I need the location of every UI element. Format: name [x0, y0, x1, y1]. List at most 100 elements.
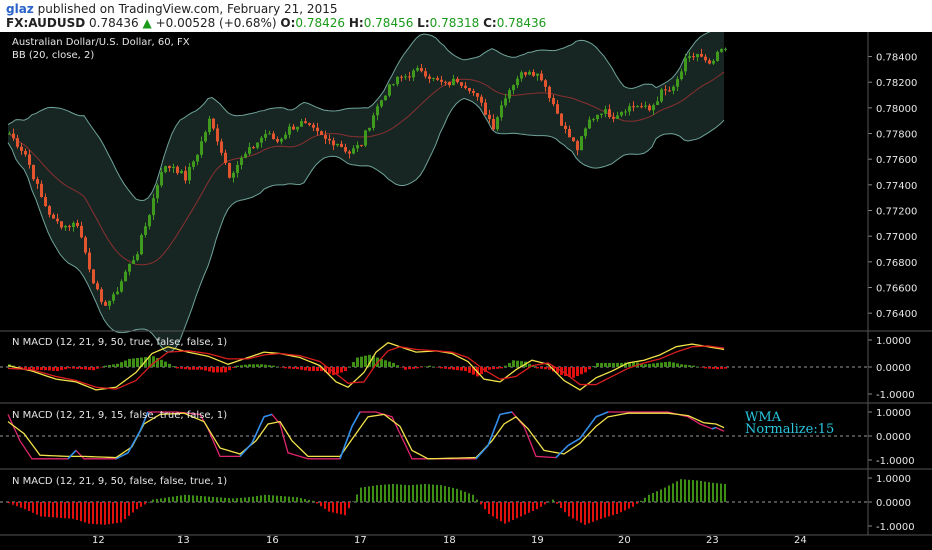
histogram-bar [676, 363, 679, 367]
rising-segment [503, 412, 509, 415]
candle-body [148, 215, 151, 227]
histogram-bar [492, 367, 495, 370]
histogram-bar [648, 363, 651, 367]
histogram-bar [112, 502, 114, 524]
histogram-bar [664, 487, 666, 502]
candle-body [584, 128, 587, 137]
candle-body [520, 72, 523, 79]
histogram-bar [380, 484, 382, 502]
histogram-bar [244, 364, 247, 367]
candle-body [312, 124, 315, 128]
histogram-bar [640, 500, 642, 502]
published-text: published on TradingView.com, February 2… [37, 2, 338, 16]
histogram-bar [164, 361, 167, 367]
candle-body [576, 141, 579, 151]
price-tick-label: 0.76800 [876, 258, 917, 269]
rising-segment [603, 411, 609, 415]
histogram-bar [296, 497, 298, 502]
low-label: L: [417, 16, 430, 30]
histogram-bar [348, 502, 350, 509]
histogram-bar [332, 502, 334, 513]
chart-area[interactable]: 0.78400 0.78200 0.78000 0.77800 0.77600 0.774… [0, 32, 932, 550]
open-label: O: [280, 16, 296, 30]
histogram-bar [540, 367, 543, 369]
histogram-bar [344, 367, 347, 372]
histogram-bar [248, 497, 250, 502]
candle-body [188, 166, 191, 181]
candle-body [720, 49, 723, 52]
histogram-bar [116, 502, 118, 523]
candle-body [228, 162, 231, 178]
histogram-bar [148, 502, 150, 503]
histogram-bar [256, 364, 259, 367]
candle-body [468, 87, 471, 92]
rising-segment [487, 434, 493, 446]
histogram-bar [236, 498, 238, 502]
candle-body [192, 161, 195, 167]
candle-body [72, 222, 75, 228]
histogram-bar [336, 367, 339, 374]
histogram-bar [540, 502, 542, 507]
histogram-bar [164, 497, 166, 502]
histogram-bar [132, 358, 135, 367]
histogram-bar [324, 502, 326, 509]
histogram-bar [184, 367, 187, 370]
histogram-bar [68, 367, 71, 369]
candle-body [648, 105, 651, 111]
histogram-bar [452, 367, 455, 370]
histogram-bar [176, 496, 178, 502]
histogram-bar [56, 367, 59, 372]
candle-body [396, 76, 399, 85]
histogram-bar [160, 498, 162, 502]
histogram-bar [64, 367, 67, 370]
candle-body [428, 76, 431, 79]
histogram-bar [388, 361, 391, 367]
rising-segment [355, 411, 361, 420]
price-tick-label: 0.77600 [876, 155, 917, 166]
histogram-bar [660, 362, 663, 367]
candle-body [672, 86, 675, 91]
rising-segment [555, 453, 561, 459]
candle-body [152, 198, 155, 216]
histogram-bar [284, 496, 286, 502]
candle-body [284, 134, 287, 139]
rising-segment [567, 442, 573, 447]
candle-body [112, 294, 115, 301]
histogram-bar [92, 502, 94, 524]
histogram-bar [584, 367, 587, 373]
histogram-bar [436, 367, 439, 368]
candle-body [232, 172, 235, 178]
candle-body [688, 56, 691, 59]
histogram-bar [16, 502, 18, 507]
candle-body [572, 137, 575, 142]
candle-body [444, 81, 447, 83]
price-value: 0.78436 [89, 16, 139, 30]
open-value: 0.78426 [295, 16, 346, 30]
rising-segment [267, 413, 273, 417]
histogram-bar [608, 362, 611, 367]
candle-body [308, 123, 311, 125]
candle-body [200, 141, 203, 155]
candle-body [552, 98, 555, 105]
candle-body [548, 86, 551, 99]
histogram-bar [124, 360, 127, 367]
histogram-bar [560, 502, 562, 508]
histogram-bar [644, 364, 647, 367]
histogram-bar [140, 502, 142, 507]
histogram-bar [296, 367, 299, 370]
osc-tick-label: 1.0000 [876, 474, 911, 485]
histogram-bar [356, 357, 359, 367]
author-link[interactable]: glaz [6, 2, 34, 16]
symbol-label: FX:AUDUSD [6, 16, 86, 30]
histogram-bar [232, 367, 235, 368]
price-title: Australian Dollar/U.S. Dollar, 60, FX [12, 37, 190, 48]
histogram-bar [252, 496, 254, 502]
candle-body [632, 106, 635, 108]
candle-body [356, 144, 359, 149]
price-pane[interactable]: 0.78400 0.78200 0.78000 0.77800 0.77600 0.774… [7, 32, 917, 353]
histogram-bar [580, 367, 583, 375]
histogram-bar [328, 502, 330, 512]
histogram-bar [172, 366, 175, 367]
histogram-bar [392, 362, 395, 367]
time-axis[interactable]: 12 13 16 17 18 19 20 23 24 [92, 535, 807, 546]
